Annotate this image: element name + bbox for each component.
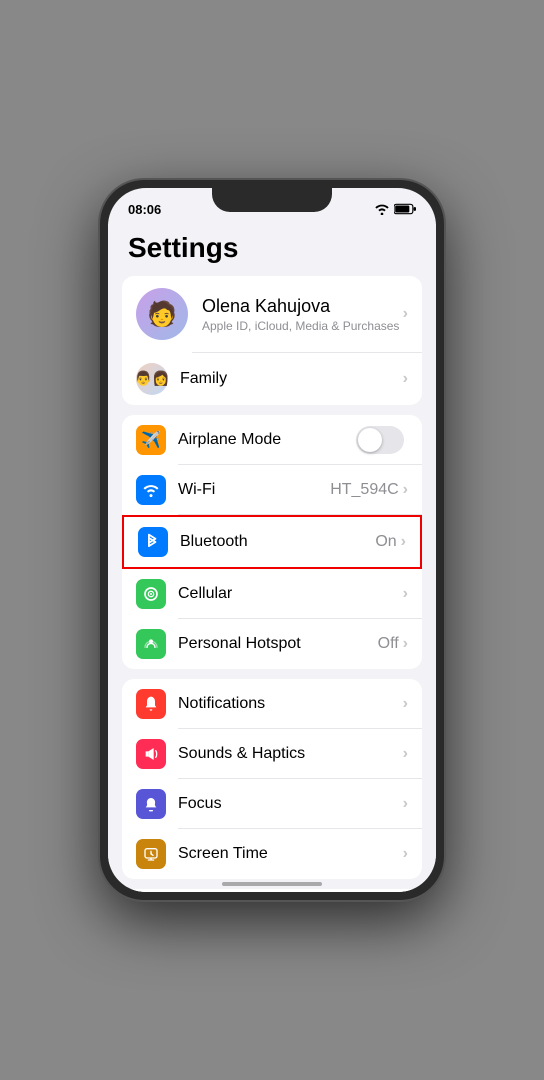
wifi-row-icon (136, 475, 166, 505)
bluetooth-chevron: › (401, 533, 406, 551)
hotspot-icon (136, 629, 166, 659)
avatar: 🧑 (136, 288, 188, 340)
hotspot-value: Off (378, 635, 399, 653)
airplane-label: Airplane Mode (178, 431, 356, 449)
airplane-mode-row[interactable]: ✈️ Airplane Mode (122, 415, 422, 465)
wifi-chevron: › (403, 481, 408, 499)
focus-chevron: › (403, 795, 408, 813)
cellular-label: Cellular (178, 585, 403, 603)
bluetooth-label: Bluetooth (180, 533, 375, 551)
general-row[interactable]: General › (122, 889, 422, 893)
bluetooth-icon (138, 527, 168, 557)
profile-chevron: › (403, 305, 408, 323)
notch (212, 188, 332, 212)
screentime-row[interactable]: Screen Time › (122, 829, 422, 879)
wifi-value: HT_594C (330, 481, 398, 499)
bluetooth-highlight: Bluetooth On › (122, 515, 422, 569)
notifications-label: Notifications (178, 695, 403, 713)
page-title: Settings (108, 224, 436, 276)
screentime-label: Screen Time (178, 845, 403, 863)
notifications-group: Notifications › Sounds & Haptics › (122, 679, 422, 879)
profile-card: 🧑 Olena Kahujova Apple ID, iCloud, Media… (122, 276, 422, 405)
status-time: 08:06 (128, 202, 161, 217)
family-chevron: › (403, 370, 408, 388)
notifications-chevron: › (403, 695, 408, 713)
cellular-row[interactable]: Cellular › (122, 569, 422, 619)
bluetooth-value: On (375, 533, 396, 551)
screentime-icon (136, 839, 166, 869)
wifi-label: Wi-Fi (178, 481, 330, 499)
family-row[interactable]: 👨‍👩 Family › (122, 353, 422, 405)
hotspot-chevron: › (403, 635, 408, 653)
phone-frame: 08:06 Settings (100, 180, 444, 900)
hotspot-row[interactable]: Personal Hotspot Off › (122, 619, 422, 669)
sounds-label: Sounds & Haptics (178, 745, 403, 763)
wifi-row[interactable]: Wi-Fi HT_594C › (122, 465, 422, 515)
bluetooth-section: Bluetooth On › (122, 515, 422, 569)
connectivity-group: ✈️ Airplane Mode Wi-Fi HT_594C (122, 415, 422, 669)
focus-label: Focus (178, 795, 403, 813)
notifications-icon (136, 689, 166, 719)
sounds-icon (136, 739, 166, 769)
sounds-chevron: › (403, 745, 408, 763)
profile-subtitle: Apple ID, iCloud, Media & Purchases (202, 319, 403, 333)
family-label: Family (180, 370, 403, 388)
screentime-chevron: › (403, 845, 408, 863)
status-icons (374, 203, 416, 215)
wifi-icon (374, 203, 390, 215)
home-indicator (222, 882, 322, 886)
focus-icon (136, 789, 166, 819)
focus-row[interactable]: Focus › (122, 779, 422, 829)
profile-info: Olena Kahujova Apple ID, iCloud, Media &… (202, 296, 403, 333)
profile-row[interactable]: 🧑 Olena Kahujova Apple ID, iCloud, Media… (122, 276, 422, 352)
airplane-icon: ✈️ (136, 425, 166, 455)
profile-name: Olena Kahujova (202, 296, 403, 317)
notifications-row[interactable]: Notifications › (122, 679, 422, 729)
phone-screen: 08:06 Settings (108, 188, 436, 892)
battery-icon (394, 203, 416, 215)
sounds-row[interactable]: Sounds & Haptics › (122, 729, 422, 779)
airplane-toggle[interactable] (356, 426, 404, 454)
screen-content: Settings 🧑 Olena Kahujova Apple ID, iClo… (108, 224, 436, 892)
cellular-chevron: › (403, 585, 408, 603)
cellular-icon (136, 579, 166, 609)
family-icon: 👨‍👩 (136, 363, 168, 395)
bluetooth-row[interactable]: Bluetooth On › (124, 517, 420, 567)
system-group: General › Control Center › (122, 889, 422, 893)
hotspot-label: Personal Hotspot (178, 635, 378, 653)
